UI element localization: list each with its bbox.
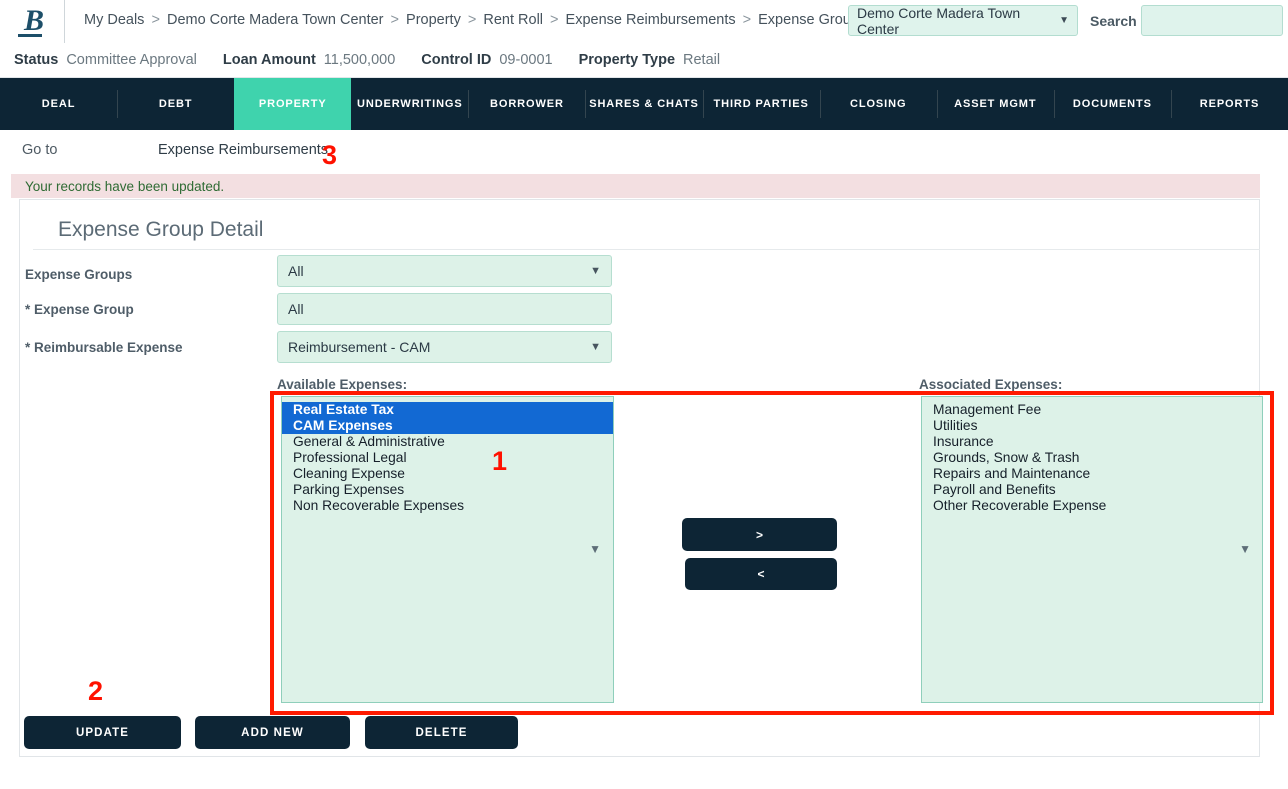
status-message-banner: Your records have been updated. (11, 174, 1260, 198)
goto-label: Go to (22, 142, 58, 158)
status-key-control-id: Control ID (421, 52, 492, 68)
expense-group-value: All (288, 301, 304, 317)
reimbursable-expense-value: Reimbursement - CAM (288, 339, 431, 355)
status-value-status: Committee Approval (66, 52, 197, 68)
add-new-button[interactable]: ADD NEW (195, 716, 350, 749)
deal-selector[interactable]: Demo Corte Madera Town Center ▼ (848, 4, 1078, 37)
breadcrumb-item-my-deals[interactable]: My Deals (84, 12, 144, 28)
chevron-down-icon: ▼ (590, 341, 601, 353)
goto-row: Go to Expense Reimbursements (0, 130, 1288, 172)
list-item[interactable]: Insurance (922, 434, 1262, 450)
status-message-text: Your records have been updated. (25, 178, 225, 194)
nav-item-asset-mgmt[interactable]: ASSET MGMT (936, 78, 1054, 130)
app-page: B My Deals > Demo Corte Madera Town Cent… (0, 0, 1288, 789)
scroll-down-icon[interactable]: ▼ (1239, 542, 1251, 556)
list-item[interactable]: Professional Legal (282, 450, 613, 466)
page-title: Expense Group Detail (58, 218, 264, 241)
breadcrumb-separator-icon: > (151, 12, 160, 28)
list-item[interactable]: General & Administrative (282, 434, 613, 450)
move-right-button[interactable]: > (682, 518, 837, 551)
annotation-number-3: 3 (322, 140, 338, 170)
delete-button[interactable]: DELETE (365, 716, 518, 749)
search-label: Search (1090, 13, 1137, 29)
associated-expenses-caption: Associated Expenses: (919, 377, 1063, 392)
associated-expenses-listbox[interactable]: Management Fee Utilities Insurance Groun… (921, 396, 1263, 703)
breadcrumb-item-deal[interactable]: Demo Corte Madera Town Center (167, 12, 384, 28)
expense-group-input[interactable]: All (277, 293, 612, 325)
list-item[interactable]: Repairs and Maintenance (922, 466, 1262, 482)
list-item[interactable]: Real Estate Tax (282, 402, 613, 418)
breadcrumb-separator-icon: > (742, 12, 752, 28)
label-reimbursable-expense: * Reimbursable Expense (25, 340, 183, 355)
title-divider (33, 249, 1260, 250)
breadcrumb-separator-icon: > (467, 12, 477, 28)
list-item[interactable]: Utilities (922, 418, 1262, 434)
nav-item-reports[interactable]: REPORTS (1170, 78, 1288, 130)
list-item[interactable]: CAM Expenses (282, 418, 613, 434)
list-item[interactable]: Non Recoverable Expenses (282, 498, 613, 514)
status-value-loan-amount: 11,500,000 (323, 52, 396, 68)
nav-item-borrower[interactable]: BORROWER (468, 78, 585, 130)
deal-selector-value: Demo Corte Madera Town Center (857, 4, 1021, 37)
label-expense-group: * Expense Group (25, 302, 134, 317)
expense-group-detail-card: Expense Group Detail Expense Groups * Ex… (19, 199, 1263, 757)
list-item[interactable]: Other Recoverable Expense (922, 498, 1262, 514)
annotation-number-2: 2 (88, 676, 104, 706)
breadcrumb: My Deals > Demo Corte Madera Town Center… (84, 12, 866, 28)
breadcrumb-separator-icon: > (550, 12, 559, 28)
available-expenses-list: Real Estate Tax CAM Expenses General & A… (282, 397, 613, 514)
nav-item-documents[interactable]: DOCUMENTS (1053, 78, 1171, 130)
nav-item-third-parties[interactable]: THIRD PARTIES (702, 78, 820, 130)
status-value-control-id: 09-0001 (499, 52, 553, 68)
breadcrumb-item-rent-roll[interactable]: Rent Roll (483, 12, 543, 28)
logo-underline (18, 34, 42, 37)
chevron-down-icon: ▼ (1059, 15, 1069, 26)
label-expense-groups: Expense Groups (25, 267, 133, 282)
nav-item-closing[interactable]: CLOSING (819, 78, 937, 130)
logo-text: B (23, 4, 44, 37)
main-nav: DEAL DEBT PROPERTY UNDERWRITINGS BORROWE… (0, 78, 1288, 130)
breadcrumb-item-property[interactable]: Property (406, 12, 461, 28)
chevron-down-icon: ▼ (590, 265, 601, 277)
status-key-status: Status (14, 52, 59, 68)
scroll-down-icon[interactable]: ▼ (589, 542, 601, 556)
available-expenses-caption: Available Expenses: (277, 377, 408, 392)
available-expenses-listbox[interactable]: Real Estate Tax CAM Expenses General & A… (281, 396, 614, 703)
goto-value[interactable]: Expense Reimbursements (158, 142, 328, 158)
search-input[interactable] (1141, 5, 1283, 36)
expense-groups-select[interactable]: All ▼ (277, 255, 612, 287)
associated-expenses-list: Management Fee Utilities Insurance Groun… (922, 397, 1262, 514)
expense-groups-value: All (288, 263, 304, 279)
move-left-button[interactable]: < (685, 558, 837, 590)
status-value-property-type: Retail (683, 52, 721, 68)
top-bar: B My Deals > Demo Corte Madera Town Cent… (0, 0, 1288, 43)
status-strip: Status Committee Approval Loan Amount 11… (0, 43, 1288, 78)
breadcrumb-item-expense-reimbursements[interactable]: Expense Reimbursements (566, 12, 736, 28)
status-key-property-type: Property Type (578, 52, 676, 68)
breadcrumb-separator-icon: > (390, 12, 399, 28)
update-button[interactable]: UPDATE (24, 716, 181, 749)
logo-divider (64, 0, 65, 43)
list-item[interactable]: Grounds, Snow & Trash (922, 450, 1262, 466)
nav-item-property[interactable]: PROPERTY (234, 78, 352, 130)
nav-item-underwritings[interactable]: UNDERWRITINGS (351, 78, 468, 130)
nav-item-debt[interactable]: DEBT (117, 78, 234, 130)
list-item[interactable]: Cleaning Expense (282, 466, 613, 482)
status-key-loan-amount: Loan Amount (222, 52, 316, 68)
annotation-number-1: 1 (492, 446, 508, 476)
list-item[interactable]: Parking Expenses (282, 482, 613, 498)
nav-item-deal[interactable]: DEAL (0, 78, 117, 130)
list-item[interactable]: Management Fee (922, 402, 1262, 418)
list-item[interactable]: Payroll and Benefits (922, 482, 1262, 498)
reimbursable-expense-select[interactable]: Reimbursement - CAM ▼ (277, 331, 612, 363)
nav-item-shares-chats[interactable]: SHARES & CHATS (585, 78, 702, 130)
